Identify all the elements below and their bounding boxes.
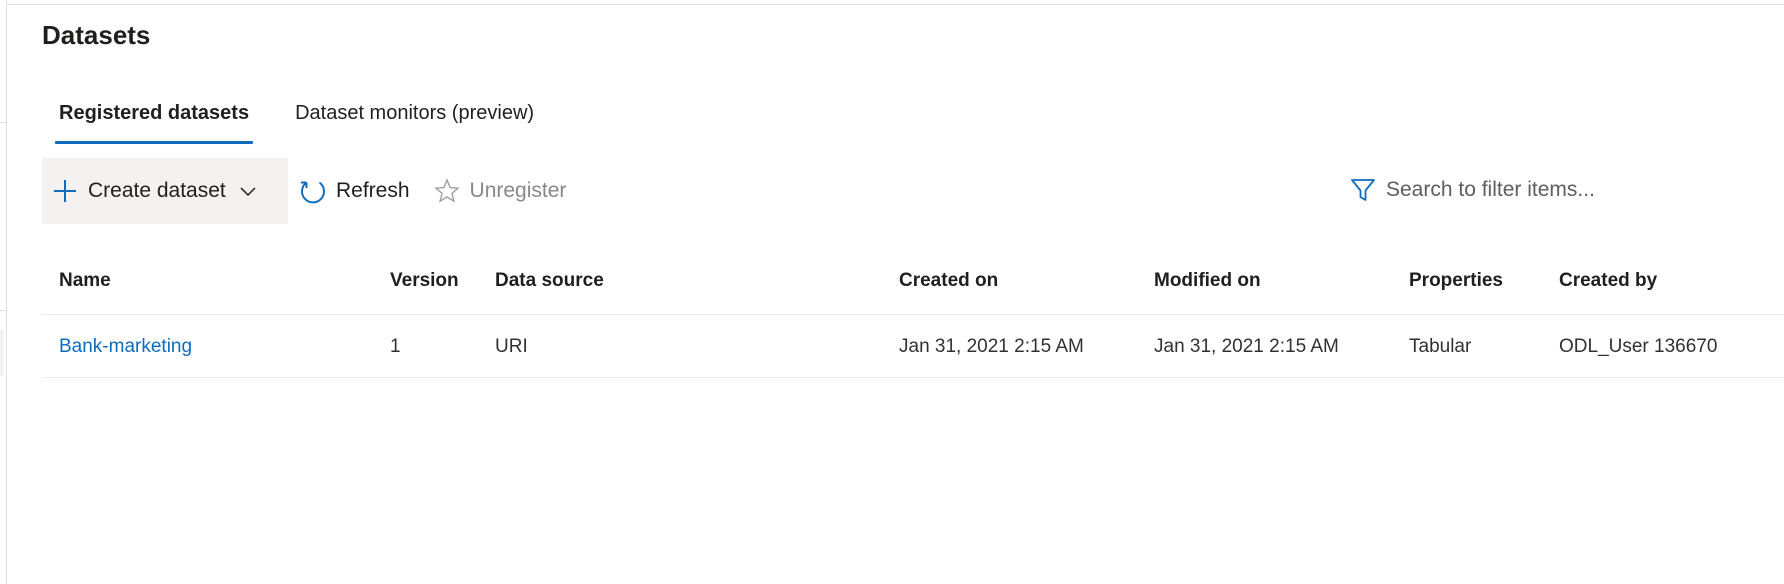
column-header-created-by[interactable]: Created by: [1559, 252, 1657, 314]
dataset-version: 1: [390, 336, 401, 357]
search-input[interactable]: [1386, 178, 1746, 202]
chevron-down-icon[interactable]: [236, 179, 260, 203]
unregister-button[interactable]: Unregister: [424, 158, 575, 224]
column-header-modified-on[interactable]: Modified on: [1154, 252, 1261, 314]
dataset-name-link[interactable]: Bank-marketing: [59, 315, 192, 377]
refresh-button[interactable]: Refresh: [290, 158, 418, 224]
filter-icon: [1348, 175, 1378, 205]
column-header-name[interactable]: Name: [59, 252, 111, 314]
table-row[interactable]: Bank-marketing 1 URI Jan 31, 2021 2:15 A…: [42, 315, 1784, 378]
datasets-table: Name Version Data source Created on Modi…: [42, 252, 1784, 378]
column-header-created-on[interactable]: Created on: [899, 252, 998, 314]
column-header-version[interactable]: Version: [390, 252, 459, 314]
dataset-properties: Tabular: [1409, 336, 1472, 357]
refresh-label: Refresh: [336, 179, 410, 202]
tab-list: Registered datasets Dataset monitors (pr…: [55, 98, 576, 144]
top-divider: [6, 4, 1784, 5]
dataset-data-source: URI: [495, 336, 528, 357]
table-header: Name Version Data source Created on Modi…: [42, 252, 1784, 315]
dataset-created-on: Jan 31, 2021 2:15 AM: [899, 336, 1084, 357]
refresh-icon: [298, 176, 328, 206]
unregister-label: Unregister: [469, 179, 567, 202]
create-dataset-button[interactable]: Create dataset: [42, 158, 288, 224]
dataset-created-by: ODL_User 136670: [1559, 336, 1718, 357]
datasets-page: Datasets Registered datasets Dataset mon…: [0, 0, 1784, 584]
page-title: Datasets: [42, 20, 151, 50]
tab-dataset-monitors[interactable]: Dataset monitors (preview): [291, 98, 538, 144]
column-header-properties[interactable]: Properties: [1409, 252, 1503, 314]
column-header-data-source[interactable]: Data source: [495, 252, 604, 314]
command-bar: Create dataset Refresh Unregister: [42, 158, 574, 224]
tab-registered-datasets[interactable]: Registered datasets: [55, 98, 254, 144]
create-dataset-label: Create dataset: [88, 179, 226, 202]
search-box[interactable]: [1348, 172, 1768, 208]
plus-icon: [50, 176, 80, 206]
dataset-modified-on: Jan 31, 2021 2:15 AM: [1154, 336, 1339, 357]
star-icon: [432, 176, 462, 206]
left-nav-edge: [0, 0, 7, 584]
